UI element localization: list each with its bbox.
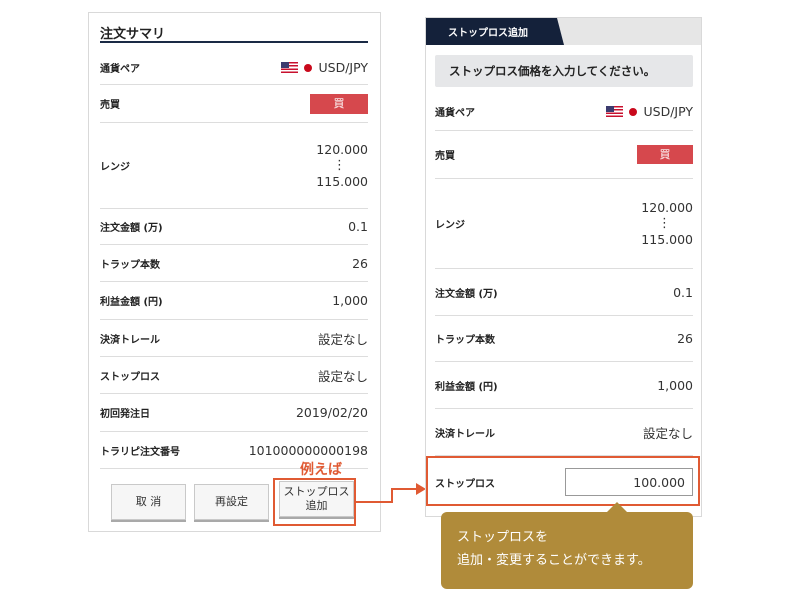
order-summary-panel: 注文サマリ 通貨ペア USD/JPY 売買 買 レンジ 120.000 ⋮ 11… xyxy=(88,12,381,532)
trail-label: 決済トレール xyxy=(435,428,495,440)
side-label: 売買 xyxy=(435,151,455,162)
stoploss-value: 設定なし xyxy=(317,368,368,384)
summary-row-amount: 注文金額 (万) 0.1 xyxy=(100,209,368,245)
callout-line2: 追加・変更することができます。 xyxy=(457,553,651,568)
pair-label: 通貨ペア xyxy=(100,64,140,75)
buy-badge: 買 xyxy=(310,93,368,114)
first-date-value: 2019/02/20 xyxy=(295,405,368,420)
traps-label: トラップ本数 xyxy=(435,335,495,346)
cancel-button[interactable]: 取 消 xyxy=(111,484,186,520)
amount-value: 0.1 xyxy=(673,284,693,300)
profit-label: 利益金額 (円) xyxy=(435,381,498,393)
panel-row-trail: 決済トレール 設定なし xyxy=(435,409,693,456)
amount-value: 0.1 xyxy=(348,219,368,234)
summary-row-first-date: 初回発注日 2019/02/20 xyxy=(100,394,368,432)
amount-label: 注文金額 (万) xyxy=(100,223,163,234)
summary-row-trail: 決済トレール 設定なし xyxy=(100,320,368,357)
range-value: 120.000 ⋮ 115.000 xyxy=(633,200,693,247)
amount-label: 注文金額 (万) xyxy=(435,288,498,300)
summary-row-stoploss: ストップロス 設定なし xyxy=(100,357,368,394)
panel-row-range: レンジ 120.000 ⋮ 115.000 xyxy=(435,179,693,269)
panel-row-profit: 利益金額 (円) 1,000 xyxy=(435,362,693,409)
pair-value: USD/JPY xyxy=(606,104,693,119)
order-number-label: トラリピ注文番号 xyxy=(100,446,180,458)
us-flag-icon xyxy=(606,106,624,117)
order-summary-title: 注文サマリ xyxy=(100,21,368,43)
stoploss-input-highlight xyxy=(426,456,700,506)
range-low: 115.000 xyxy=(316,174,368,189)
range-low: 115.000 xyxy=(641,232,693,247)
range-separator-icon: ⋮ xyxy=(658,216,671,231)
profit-value: 1,000 xyxy=(657,377,693,393)
reset-button[interactable]: 再設定 xyxy=(194,484,269,520)
profit-label: 利益金額 (円) xyxy=(100,297,163,308)
japan-dot-icon xyxy=(629,107,638,116)
pair-label: 通貨ペア xyxy=(435,108,475,119)
traps-label: トラップ本数 xyxy=(100,259,160,271)
side-label: 売買 xyxy=(100,100,120,111)
order-number-value: 101000000000198 xyxy=(248,442,368,458)
profit-value: 1,000 xyxy=(332,293,368,308)
range-separator-icon: ⋮ xyxy=(333,158,346,173)
tab-bar: ストップロス追加 xyxy=(426,18,701,45)
stoploss-add-panel: ストップロス追加 ストップロス価格を入力してください。 通貨ペア USD/JPY… xyxy=(425,17,702,517)
traps-value: 26 xyxy=(677,331,693,346)
panel-row-amount: 注文金額 (万) 0.1 xyxy=(435,269,693,316)
first-date-label: 初回発注日 xyxy=(100,409,150,420)
tab-stoploss-add[interactable]: ストップロス追加 xyxy=(426,18,564,45)
pair-text: USD/JPY xyxy=(318,60,368,75)
range-value: 120.000 ⋮ 115.000 xyxy=(308,142,368,189)
trail-value: 設定なし xyxy=(642,425,693,441)
summary-row-profit: 利益金額 (円) 1,000 xyxy=(100,282,368,320)
explanation-callout: ストップロスを 追加・変更することができます。 xyxy=(441,502,693,589)
summary-row-traps: トラップ本数 26 xyxy=(100,245,368,282)
panel-row-pair: 通貨ペア USD/JPY xyxy=(435,93,693,131)
trail-value: 設定なし xyxy=(317,331,368,347)
summary-row-range: レンジ 120.000 ⋮ 115.000 xyxy=(100,123,368,209)
example-label: 例えば xyxy=(300,462,342,478)
japan-dot-icon xyxy=(304,63,313,72)
traps-value: 26 xyxy=(352,255,368,271)
pair-value: USD/JPY xyxy=(281,60,368,75)
range-high: 120.000 xyxy=(316,142,368,157)
callout-line1: ストップロスを xyxy=(457,530,549,545)
panel-row-side: 売買 買 xyxy=(435,131,693,179)
add-stoploss-highlight xyxy=(273,478,356,526)
range-label: レンジ xyxy=(435,220,465,231)
range-high: 120.000 xyxy=(641,200,693,215)
panel-row-traps: トラップ本数 26 xyxy=(435,316,693,362)
trail-label: 決済トレール xyxy=(100,334,160,346)
stoploss-label: ストップロス xyxy=(100,371,160,383)
summary-row-pair: 通貨ペア USD/JPY xyxy=(100,51,368,85)
stoploss-prompt: ストップロス価格を入力してください。 xyxy=(435,55,693,87)
summary-row-side: 売買 買 xyxy=(100,85,368,123)
us-flag-icon xyxy=(281,62,299,73)
pair-text: USD/JPY xyxy=(643,104,693,119)
buy-badge: 買 xyxy=(637,145,693,164)
range-label: レンジ xyxy=(100,162,130,173)
